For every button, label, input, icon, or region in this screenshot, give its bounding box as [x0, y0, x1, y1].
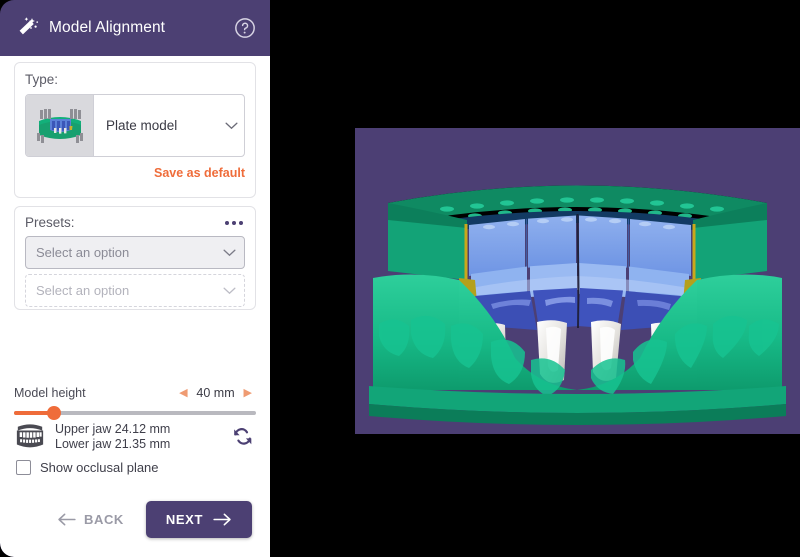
model-height-increment-button[interactable]: ▶: [240, 387, 256, 399]
model-height-value: 40 mm: [196, 386, 235, 400]
type-select[interactable]: Plate model: [25, 94, 245, 157]
upper-jaw-value: Upper jaw 24.12 mm: [55, 422, 171, 436]
next-button[interactable]: NEXT: [145, 500, 252, 538]
model-3d-viewport[interactable]: [355, 128, 800, 434]
model-height-decrement-button[interactable]: ◀: [175, 387, 191, 399]
preset-select-secondary[interactable]: Select an option: [25, 274, 245, 307]
type-selected-value: Plate model: [106, 118, 178, 133]
model-height-row: Model height ◀ 40 mm ▶: [14, 386, 256, 400]
dental-arch-icon: [14, 422, 46, 452]
arrow-right-icon: [213, 513, 231, 525]
preset-select-primary[interactable]: Select an option: [25, 236, 245, 269]
presets-label: Presets:: [25, 215, 75, 230]
type-card: Type: Plate model Save as default: [14, 62, 256, 198]
dental-plate-model-3d: [355, 128, 800, 434]
back-label: BACK: [83, 511, 124, 527]
next-label: NEXT: [165, 511, 203, 527]
panel-body: Type: Plate model Save as default Preset…: [0, 56, 270, 557]
model-height-slider[interactable]: [14, 406, 256, 420]
help-circle-icon[interactable]: [234, 17, 256, 39]
preset-secondary-value: Select an option: [36, 283, 130, 298]
jaw-measurements-text: Upper jaw 24.12 mm Lower jaw 21.35 mm: [55, 422, 230, 452]
model-alignment-panel: Model Alignment Type: Plate model Save a…: [0, 0, 270, 557]
back-button[interactable]: BACK: [45, 504, 136, 535]
app-root: Model Alignment Type: Plate model Save a…: [0, 0, 800, 557]
refresh-icon[interactable]: [230, 424, 256, 450]
chevron-down-icon: [218, 95, 244, 156]
lower-jaw-value: Lower jaw 21.35 mm: [55, 437, 171, 451]
chevron-down-icon: [223, 287, 236, 294]
preset-primary-value: Select an option: [36, 245, 130, 260]
chevron-down-icon: [223, 249, 236, 256]
plate-model-thumbnail: [26, 95, 94, 156]
checkbox-box[interactable]: [16, 460, 31, 475]
model-height-label: Model height: [14, 386, 86, 400]
save-as-default-link[interactable]: Save as default: [25, 166, 245, 180]
presets-card: Presets: Select an option Select an opti…: [14, 206, 256, 310]
ellipsis-icon[interactable]: [223, 217, 245, 229]
panel-header: Model Alignment: [0, 0, 270, 56]
panel-footer: BACK NEXT: [0, 491, 270, 557]
magic-wand-icon: [16, 16, 40, 40]
panel-title: Model Alignment: [49, 19, 166, 36]
slider-thumb[interactable]: [47, 406, 62, 420]
type-label: Type:: [25, 72, 59, 87]
jaw-measurements-row: Upper jaw 24.12 mm Lower jaw 21.35 mm: [14, 422, 256, 452]
show-occlusal-plane-checkbox[interactable]: Show occlusal plane: [16, 460, 159, 475]
show-occlusal-plane-label: Show occlusal plane: [40, 460, 159, 475]
arrow-left-icon: [58, 513, 76, 525]
